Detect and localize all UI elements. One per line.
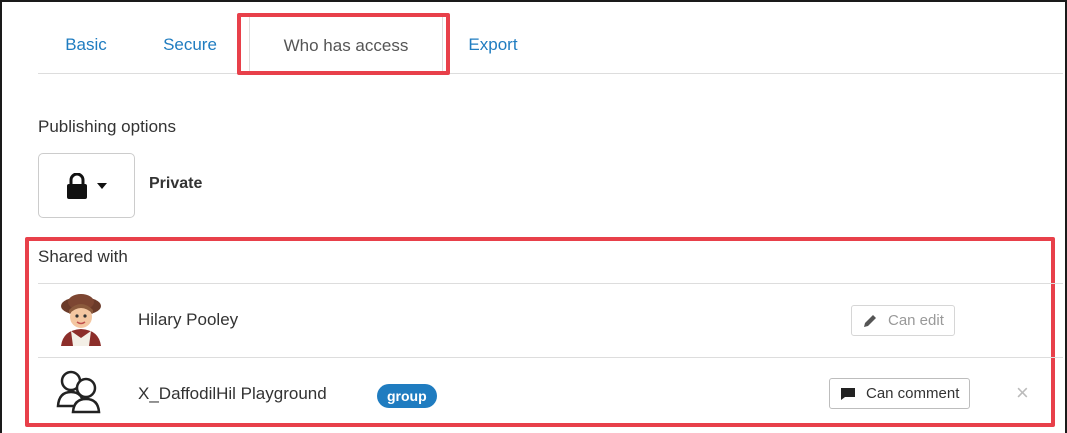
tab-secure[interactable]: Secure — [142, 16, 238, 74]
divider — [38, 357, 1063, 358]
divider — [38, 283, 1063, 284]
permission-button[interactable]: Can comment — [829, 378, 971, 409]
lock-icon — [66, 172, 87, 199]
permission-button[interactable]: Can edit — [851, 305, 955, 336]
pencil-icon — [864, 314, 876, 327]
tab-export[interactable]: Export — [448, 16, 538, 74]
publishing-dropdown-button[interactable] — [38, 153, 135, 218]
comment-icon — [841, 387, 855, 400]
publishing-value: Private — [149, 175, 203, 192]
publishing-options-label: Publishing options — [38, 117, 176, 136]
avatar — [55, 292, 107, 351]
shared-with-label: Shared with — [38, 247, 128, 266]
permission-label: Can comment — [866, 385, 960, 402]
tab-bar: Basic Secure Who has access Export — [38, 16, 1063, 75]
caret-down-icon — [96, 182, 107, 189]
shared-entry-name: Hilary Pooley — [138, 310, 239, 329]
remove-icon[interactable]: × — [1016, 380, 1029, 406]
tab-basic[interactable]: Basic — [38, 16, 134, 74]
group-icon — [56, 368, 104, 419]
group-badge: group — [377, 384, 437, 408]
permission-label: Can edit — [888, 312, 944, 329]
shared-entry-name: X_DaffodilHil Playground — [138, 384, 327, 403]
tab-who-has-access[interactable]: Who has access — [249, 16, 443, 75]
